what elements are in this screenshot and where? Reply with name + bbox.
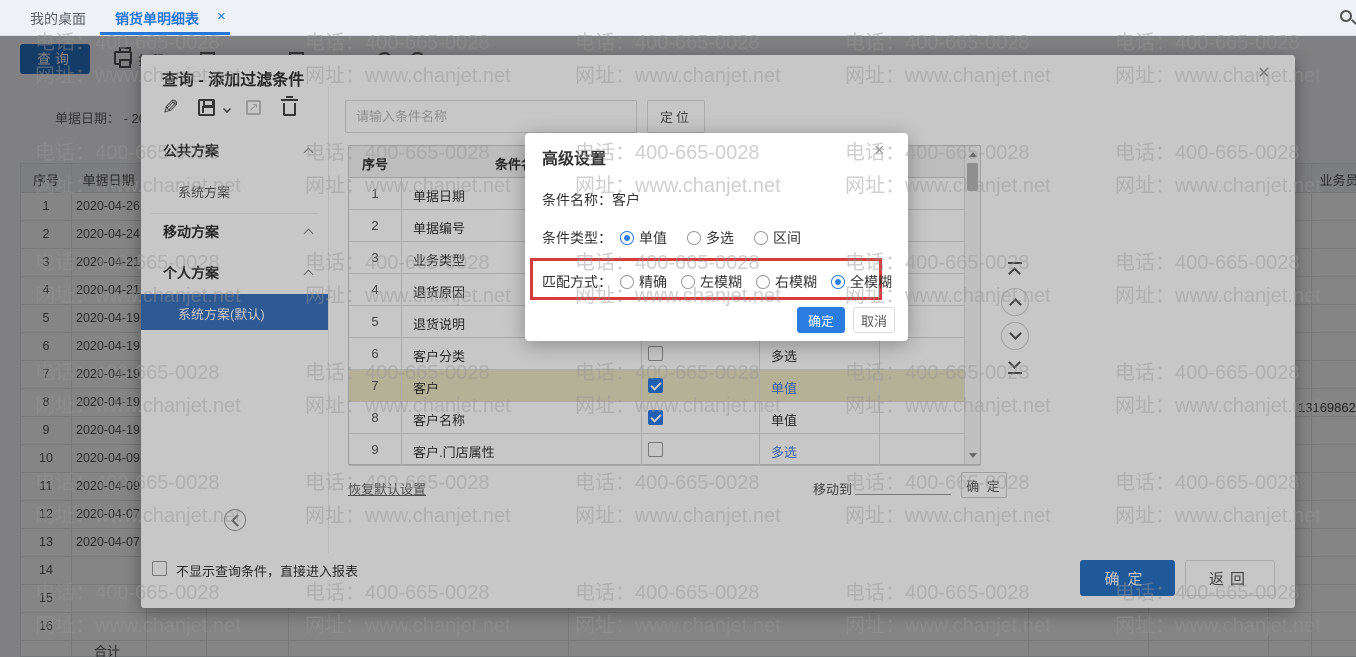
radio-label: 区间 — [773, 228, 801, 248]
radio-label: 精确 — [639, 272, 667, 292]
match-option[interactable]: 全模糊 — [831, 272, 892, 292]
type-option[interactable]: 单值 — [620, 228, 667, 248]
radio-label: 多选 — [706, 228, 734, 248]
match-option[interactable]: 右模糊 — [756, 272, 817, 292]
close-icon[interactable]: × — [874, 141, 885, 159]
tab-my-desktop[interactable]: 我的桌面 — [30, 9, 86, 29]
inner-modal-backdrop — [0, 36, 1356, 657]
condition-type-row: 条件类型： 单值 多选 区间 — [542, 228, 821, 248]
app-window: 查询 打印 单据日期： - 20 序号 单据日期 业务员 — [0, 0, 1356, 657]
radio-label: 右模糊 — [775, 272, 817, 292]
radio-icon[interactable] — [831, 275, 845, 289]
radio-icon[interactable] — [754, 231, 768, 245]
tab-close-icon[interactable]: × — [217, 8, 226, 25]
type-option[interactable]: 区间 — [754, 228, 801, 248]
ok-button[interactable]: 确定 — [797, 307, 845, 333]
cancel-button[interactable]: 取消 — [853, 307, 895, 333]
radio-icon[interactable] — [756, 275, 770, 289]
radio-icon[interactable] — [620, 231, 634, 245]
radio-label: 左模糊 — [700, 272, 742, 292]
search-icon[interactable] — [1340, 10, 1352, 22]
top-tab-bar: 我的桌面 销货单明细表 × — [0, 0, 1356, 36]
modal-title: 高级设置 — [542, 145, 606, 169]
radio-icon[interactable] — [687, 231, 701, 245]
type-option[interactable]: 多选 — [687, 228, 734, 248]
condition-name-row: 条件名称：客户 — [542, 190, 640, 210]
active-tab-underline — [100, 32, 230, 35]
condition-name-label: 条件名称： — [542, 192, 612, 208]
match-option[interactable]: 左模糊 — [681, 272, 742, 292]
advanced-settings-modal: 高级设置 × 条件名称：客户 条件类型： 单值 多选 区间 — [525, 133, 908, 341]
condition-type-label: 条件类型： — [542, 228, 612, 248]
radio-label: 全模糊 — [850, 272, 892, 292]
tab-sales-detail-report[interactable]: 销货单明细表 — [115, 9, 199, 29]
match-mode-label: 匹配方式： — [542, 272, 612, 292]
match-option[interactable]: 精确 — [620, 272, 667, 292]
radio-icon[interactable] — [620, 275, 634, 289]
condition-name-value: 客户 — [612, 192, 640, 208]
match-mode-row: 匹配方式： 精确 左模糊 右模糊 全模糊 — [542, 272, 906, 292]
radio-icon[interactable] — [681, 275, 695, 289]
radio-label: 单值 — [639, 228, 667, 248]
